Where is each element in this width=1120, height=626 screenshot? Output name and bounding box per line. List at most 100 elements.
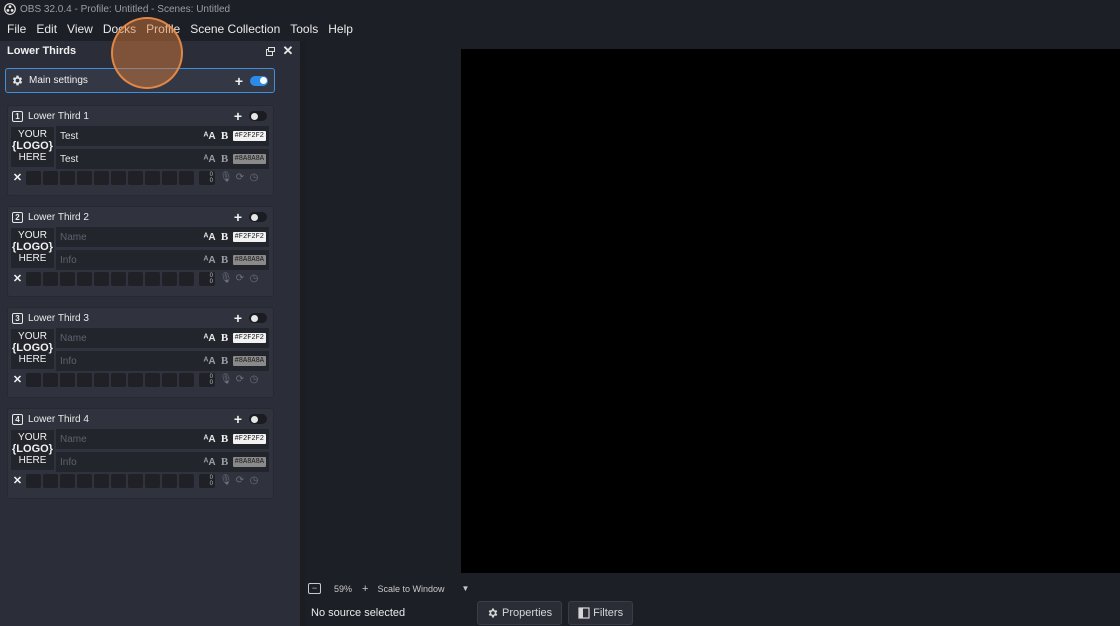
add-icon[interactable]: +	[232, 311, 244, 325]
animation-slot[interactable]	[162, 372, 177, 387]
name-color-chip[interactable]: #F2F2F2	[232, 232, 266, 242]
animation-slot[interactable]	[60, 473, 75, 488]
preview-canvas[interactable]	[461, 49, 1120, 573]
mic-icon[interactable]: 🎙	[219, 373, 233, 387]
logo-placeholder[interactable]: YOUR {LOGO} HERE	[11, 430, 54, 470]
undock-icon[interactable]	[261, 42, 279, 60]
animation-slot[interactable]	[77, 170, 92, 185]
counter-stepper[interactable]: 00	[199, 170, 215, 185]
zoom-out-button[interactable]: −	[308, 583, 321, 594]
lower-third-toggle[interactable]	[249, 111, 267, 121]
animation-slot[interactable]	[162, 473, 177, 488]
info-input[interactable]: Test	[60, 154, 203, 165]
counter-stepper[interactable]: 00	[199, 473, 215, 488]
remove-icon[interactable]: ✕	[11, 373, 24, 386]
add-icon[interactable]: +	[232, 109, 244, 123]
logo-placeholder[interactable]: YOUR {LOGO} HERE	[11, 127, 54, 167]
lower-third-toggle[interactable]	[249, 313, 267, 323]
bold-icon[interactable]: B	[217, 153, 233, 165]
font-icon[interactable]: ᴬA	[203, 131, 217, 142]
animation-slot[interactable]	[26, 473, 41, 488]
counter-stepper[interactable]: 00	[199, 372, 215, 387]
info-color-chip[interactable]: #8A8A8A	[232, 154, 266, 164]
bold-icon[interactable]: B	[217, 456, 233, 468]
remove-icon[interactable]: ✕	[11, 272, 24, 285]
mic-icon[interactable]: 🎙	[219, 272, 233, 286]
animation-slot[interactable]	[60, 372, 75, 387]
menu-docks[interactable]: Docks	[98, 18, 141, 40]
animation-slot[interactable]	[162, 271, 177, 286]
animation-slot[interactable]	[43, 473, 58, 488]
animation-slot[interactable]	[77, 271, 92, 286]
font-icon[interactable]: ᴬA	[203, 154, 217, 165]
animation-slot[interactable]	[60, 170, 75, 185]
name-input[interactable]: Name	[60, 434, 203, 445]
add-icon[interactable]: +	[233, 74, 245, 88]
info-color-chip[interactable]: #8A8A8A	[232, 457, 266, 467]
clock-icon[interactable]: ◷	[247, 373, 261, 387]
animation-slot[interactable]	[111, 372, 126, 387]
add-icon[interactable]: +	[232, 412, 244, 426]
info-input[interactable]: Info	[60, 356, 203, 367]
filters-button[interactable]: Filters	[568, 601, 634, 625]
animation-slot[interactable]	[162, 170, 177, 185]
menu-scene-collection[interactable]: Scene Collection	[185, 18, 285, 40]
main-settings-row[interactable]: Main settings +	[5, 68, 275, 93]
animation-slot[interactable]	[111, 170, 126, 185]
animation-slot[interactable]	[111, 473, 126, 488]
font-icon[interactable]: ᴬA	[203, 356, 217, 367]
menu-tools[interactable]: Tools	[285, 18, 323, 40]
refresh-icon[interactable]: ⟳	[233, 272, 247, 286]
logo-placeholder[interactable]: YOUR {LOGO} HERE	[11, 228, 54, 268]
info-color-chip[interactable]: #8A8A8A	[232, 356, 266, 366]
animation-slot[interactable]	[94, 473, 109, 488]
main-settings-toggle[interactable]	[250, 75, 268, 86]
animation-slot[interactable]	[145, 271, 160, 286]
refresh-icon[interactable]: ⟳	[233, 474, 247, 488]
name-input[interactable]: Name	[60, 232, 203, 243]
menu-profile[interactable]: Profile	[141, 18, 185, 40]
bold-icon[interactable]: B	[217, 254, 233, 266]
animation-slot[interactable]	[60, 271, 75, 286]
counter-stepper[interactable]: 00	[199, 271, 215, 286]
name-color-chip[interactable]: #F2F2F2	[232, 333, 266, 343]
remove-icon[interactable]: ✕	[11, 171, 24, 184]
bold-icon[interactable]: B	[217, 130, 233, 142]
gear-icon[interactable]	[11, 74, 24, 87]
name-color-chip[interactable]: #F2F2F2	[232, 434, 266, 444]
animation-slot[interactable]	[94, 372, 109, 387]
animation-slot[interactable]	[145, 170, 160, 185]
animation-slot[interactable]	[43, 372, 58, 387]
animation-slot[interactable]	[94, 271, 109, 286]
bold-icon[interactable]: B	[217, 433, 233, 445]
animation-slot[interactable]	[179, 372, 194, 387]
animation-slot[interactable]	[43, 170, 58, 185]
animation-slot[interactable]	[179, 170, 194, 185]
animation-slot[interactable]	[77, 372, 92, 387]
lower-third-toggle[interactable]	[249, 414, 267, 424]
info-color-chip[interactable]: #8A8A8A	[232, 255, 266, 265]
font-icon[interactable]: ᴬA	[203, 255, 217, 266]
font-icon[interactable]: ᴬA	[203, 333, 217, 344]
font-icon[interactable]: ᴬA	[203, 434, 217, 445]
scale-mode-select[interactable]: Scale to Window	[377, 584, 444, 594]
add-icon[interactable]: +	[232, 210, 244, 224]
animation-slot[interactable]	[145, 473, 160, 488]
menu-help[interactable]: Help	[323, 18, 358, 40]
animation-slot[interactable]	[128, 170, 143, 185]
animation-slot[interactable]	[128, 473, 143, 488]
menu-file[interactable]: File	[2, 18, 31, 40]
animation-slot[interactable]	[179, 271, 194, 286]
info-input[interactable]: Info	[60, 255, 203, 266]
zoom-in-button[interactable]: +	[362, 583, 368, 595]
chevron-down-icon[interactable]: ▼	[461, 584, 469, 593]
animation-slot[interactable]	[94, 170, 109, 185]
refresh-icon[interactable]: ⟳	[233, 171, 247, 185]
animation-slot[interactable]	[128, 372, 143, 387]
properties-button[interactable]: Properties	[477, 601, 563, 625]
mic-icon[interactable]: 🎙	[219, 474, 233, 488]
animation-slot[interactable]	[111, 271, 126, 286]
menu-view[interactable]: View	[62, 18, 98, 40]
name-input[interactable]: Name	[60, 333, 203, 344]
animation-slot[interactable]	[128, 271, 143, 286]
